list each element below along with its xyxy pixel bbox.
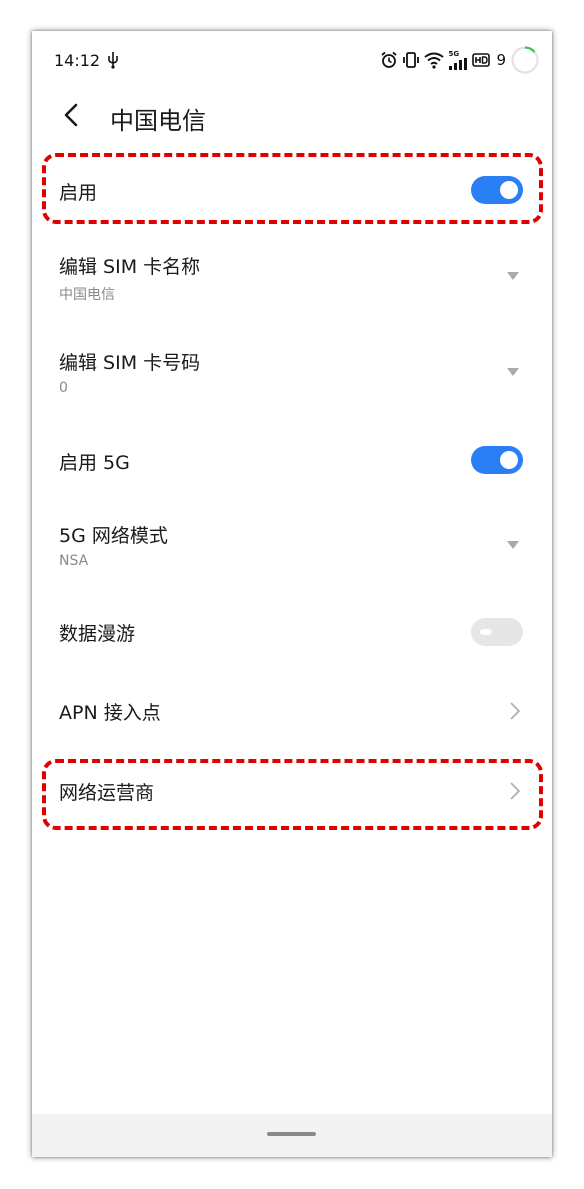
enable-toggle[interactable] [471, 176, 523, 204]
setting-5g-network-mode-label: 5G 网络模式 [59, 525, 168, 547]
dropdown-arrow-icon [507, 272, 519, 280]
vibrate-icon [403, 52, 420, 68]
setting-network-carrier-label: 网络运营商 [59, 782, 155, 804]
setting-enable[interactable]: 启用 [32, 157, 552, 223]
status-time: 14:12 [54, 51, 101, 70]
signal-icon [449, 57, 468, 70]
navigation-bar [32, 1114, 552, 1157]
setting-edit-sim-name-label: 编辑 SIM 卡名称 [59, 256, 201, 278]
battery-ring-icon [511, 46, 539, 74]
network-type-label: 5G [448, 49, 460, 58]
setting-5g-network-mode-value: NSA [59, 553, 89, 569]
setting-edit-sim-number[interactable]: 编辑 SIM 卡号码 0 [32, 331, 552, 415]
status-icons: 5G 9 [380, 45, 540, 75]
toggle-knob [500, 181, 518, 199]
setting-network-carrier[interactable]: 网络运营商 [32, 758, 552, 824]
signal-5g-indicator: 5G [448, 49, 468, 70]
wifi-icon [424, 52, 445, 69]
setting-edit-sim-name[interactable]: 编辑 SIM 卡名称 中国电信 [32, 235, 552, 319]
chevron-right-icon [510, 702, 520, 720]
chevron-left-icon[interactable] [58, 101, 86, 129]
setting-apn[interactable]: APN 接入点 [32, 679, 552, 745]
home-indicator[interactable] [267, 1132, 316, 1136]
setting-apn-label: APN 接入点 [59, 702, 161, 724]
setting-data-roaming[interactable]: 数据漫游 [32, 600, 552, 666]
toggle-knob [480, 629, 492, 635]
setting-edit-sim-number-label: 编辑 SIM 卡号码 [59, 352, 201, 374]
toggle-knob [500, 451, 518, 469]
data-roaming-toggle[interactable] [471, 618, 523, 646]
header: 中国电信 [32, 89, 552, 149]
phone-screen: 14:12 5G 9 中国电信 启用 编辑 SIM 卡名称 中国电信 编辑 SI… [32, 31, 552, 1157]
setting-enable-5g[interactable]: 启用 5G [32, 427, 552, 493]
page-title: 中国电信 [110, 107, 206, 135]
dropdown-arrow-icon [507, 541, 519, 549]
battery-level: 9 [496, 51, 506, 69]
chevron-right-icon [510, 782, 520, 800]
status-bar: 14:12 5G 9 [32, 31, 552, 89]
dropdown-arrow-icon [507, 368, 519, 376]
setting-enable-label: 启用 [59, 182, 98, 204]
setting-5g-network-mode[interactable]: 5G 网络模式 NSA [32, 504, 552, 588]
setting-data-roaming-label: 数据漫游 [59, 623, 136, 645]
alarm-icon [381, 51, 398, 68]
enable-5g-toggle[interactable] [471, 446, 523, 474]
setting-edit-sim-number-value: 0 [59, 380, 68, 396]
usb-icon [108, 52, 118, 69]
setting-enable-5g-label: 启用 5G [59, 452, 130, 474]
setting-edit-sim-name-value: 中国电信 [59, 287, 115, 303]
hd-icon [472, 53, 491, 67]
